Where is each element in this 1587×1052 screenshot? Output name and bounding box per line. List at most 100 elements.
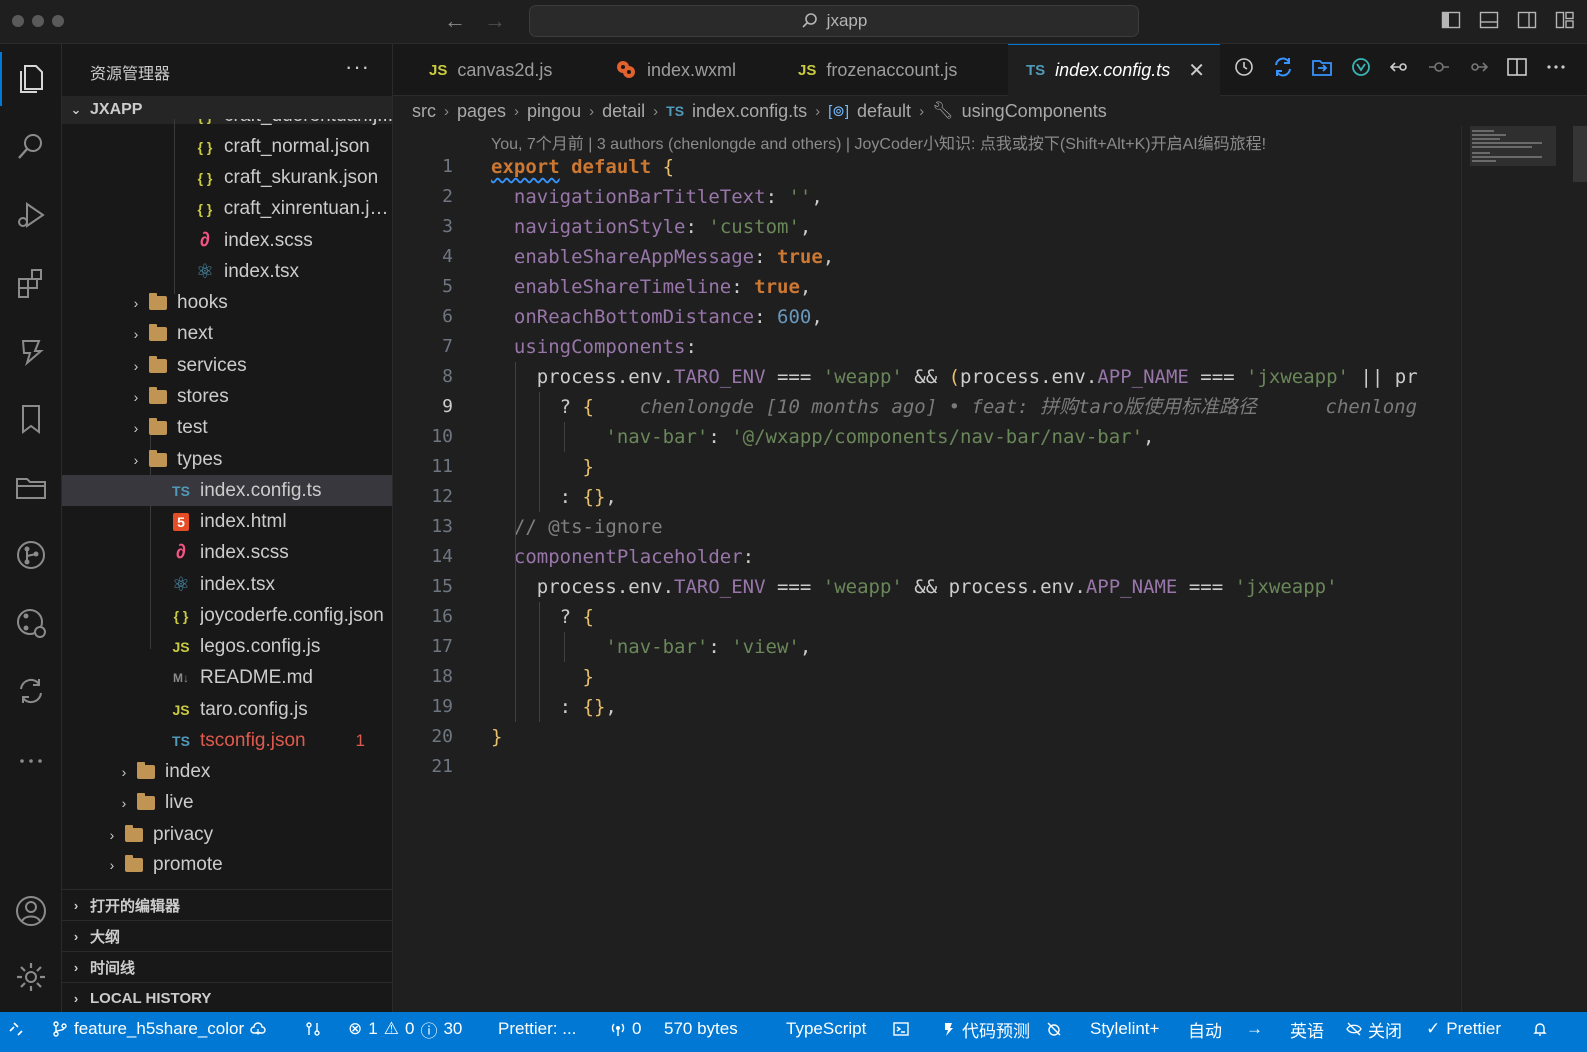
language-mode[interactable]: TypeScript <box>786 1012 866 1046</box>
toggle-panel-icon[interactable] <box>1479 10 1499 30</box>
stylelint-status[interactable]: Stylelint+ <box>1090 1012 1159 1046</box>
ai-assistant-icon[interactable] <box>1350 56 1372 78</box>
tree-file-item[interactable]: { } craft_skurank.json <box>62 162 392 193</box>
tab-index-wxml[interactable]: index.wxml <box>615 44 736 96</box>
tree-folder-item[interactable]: › services <box>62 350 392 381</box>
section-timeline[interactable]: › 时间线 <box>62 951 392 982</box>
window-controls[interactable] <box>12 15 64 27</box>
code-line: navigationBarTitleText: '', <box>513 186 823 208</box>
copilot-disabled-indicator[interactable] <box>1046 1012 1062 1046</box>
source-control-icon[interactable] <box>0 528 62 582</box>
explorer-icon[interactable] <box>0 52 62 106</box>
tree-folder-item[interactable]: › test <box>62 412 392 443</box>
tab-canvas2d[interactable]: JS canvas2d.js <box>429 44 552 96</box>
tree-folder-item[interactable]: › hooks <box>62 287 392 318</box>
close-tab-icon[interactable]: ✕ <box>1188 58 1205 83</box>
tree-file-item[interactable]: ⚛ index.tsx <box>62 256 392 287</box>
code-area[interactable]: export default { navigationBarTitleText:… <box>491 152 1461 782</box>
tree-file-item[interactable]: { } joycoderfe.config.json <box>62 600 392 631</box>
go-forward-icon[interactable] <box>1467 56 1489 78</box>
project-manager-icon[interactable] <box>0 460 62 514</box>
section-local-history[interactable]: › LOCAL HISTORY <box>62 982 392 1013</box>
back-arrow-icon[interactable]: ← <box>444 8 466 34</box>
tree-folder-item[interactable]: › promote <box>62 849 392 880</box>
breadcrumb-item[interactable]: default <box>857 101 911 122</box>
forward-arrow-icon[interactable]: → <box>484 8 506 34</box>
branch-indicator[interactable]: feature_h5share_color <box>52 1012 266 1046</box>
extensions-icon[interactable] <box>0 256 62 310</box>
settings-gear-icon[interactable] <box>0 950 62 1004</box>
scrollbar-thumb[interactable] <box>1573 126 1587 182</box>
breadcrumb-item[interactable]: pages <box>457 101 506 122</box>
tree-file-item[interactable]: M↓ README.md <box>62 662 392 693</box>
tree-file-item[interactable]: ⚛ index.tsx <box>62 569 392 600</box>
accounts-icon[interactable] <box>0 884 62 938</box>
more-views-icon[interactable] <box>0 734 62 788</box>
code-editor[interactable]: You, 7个月前 | 3 authors (chenlongde and ot… <box>393 126 1461 1012</box>
close-window-button[interactable] <box>12 15 24 27</box>
tree-folder-item[interactable]: › index <box>62 756 392 787</box>
tree-file-item[interactable]: JS taro.config.js <box>62 694 392 725</box>
auto-mode[interactable]: 自动 <box>1188 1012 1222 1046</box>
tree-file-item[interactable]: JS legos.config.js <box>62 631 392 662</box>
git-graph-icon[interactable] <box>0 596 62 650</box>
close-toggle[interactable]: 关闭 <box>1346 1012 1402 1046</box>
breadcrumb-item[interactable]: pingou <box>527 101 581 122</box>
code-prediction-toggle[interactable]: 代码预测 <box>940 1012 1030 1046</box>
more-actions-icon[interactable] <box>1545 56 1567 78</box>
toggle-secondary-sidebar-icon[interactable] <box>1517 10 1537 30</box>
tab-index-config-ts[interactable]: TS index.config.ts ✕ <box>1008 44 1220 96</box>
tree-file-item[interactable]: ∂ index.scss <box>62 537 392 568</box>
tree-folder-item[interactable]: › next <box>62 318 392 349</box>
open-in-terminal-icon[interactable] <box>1311 56 1333 78</box>
notifications[interactable] <box>1532 1012 1548 1046</box>
tree-folder-item[interactable]: › privacy <box>62 819 392 850</box>
timeline-history-icon[interactable] <box>1233 56 1255 78</box>
maximize-window-button[interactable] <box>52 15 64 27</box>
tree-folder-item[interactable]: › types <box>62 444 392 475</box>
customize-layout-icon[interactable] <box>1555 10 1575 30</box>
minimap[interactable] <box>1461 126 1587 1012</box>
tree-file-item[interactable]: ∂ index.scss <box>62 225 392 256</box>
tree-folder-item[interactable]: › live <box>62 787 392 818</box>
prettier-formatter[interactable]: ✓ Prettier <box>1426 1012 1501 1046</box>
remote-indicator[interactable] <box>8 1012 24 1046</box>
section-open-editors[interactable]: › 打开的编辑器 <box>62 889 392 920</box>
git-commit-icon[interactable] <box>1428 56 1450 78</box>
tree-file-item[interactable]: { } craft_xinrentuan.js... <box>62 193 392 224</box>
run-debug-icon[interactable] <box>0 188 62 242</box>
command-center-search[interactable]: jxapp <box>529 5 1139 37</box>
git-graph-status[interactable] <box>305 1012 321 1046</box>
terminal-status[interactable] <box>893 1012 909 1046</box>
tree-file-item[interactable]: TS index.config.ts <box>62 475 392 506</box>
minimize-window-button[interactable] <box>32 15 44 27</box>
tree-folder-item[interactable]: › stores <box>62 381 392 412</box>
chevron-right-icon: › <box>133 294 139 311</box>
section-outline[interactable]: › 大纲 <box>62 920 392 951</box>
codelens-blame-header[interactable]: You, 7个月前 | 3 authors (chenlongde and ot… <box>491 130 1266 154</box>
tree-file-item[interactable]: { } craft_duorentuan.j... <box>62 119 392 131</box>
toggle-primary-sidebar-icon[interactable] <box>1441 10 1461 30</box>
problems-indicator[interactable]: ⊗ 1 ⚠︎ 0 ⓘ 30 <box>348 1012 462 1046</box>
remote-sync-icon[interactable] <box>0 664 62 718</box>
go-back-icon[interactable] <box>1389 56 1411 78</box>
prettier-status-item[interactable]: Prettier: ... <box>498 1012 576 1046</box>
sync-changes-icon[interactable] <box>1272 56 1294 78</box>
breadcrumb-item[interactable]: detail <box>602 101 645 122</box>
tree-file-item[interactable]: TS tsconfig.json 1 <box>62 725 392 756</box>
ports-indicator[interactable]: 0 <box>610 1012 641 1046</box>
tab-frozenaccount[interactable]: JS frozenaccount.js <box>798 44 957 96</box>
bookmarks-icon[interactable] <box>0 392 62 446</box>
tree-file-item[interactable]: { } craft_normal.json <box>62 131 392 162</box>
code-line: enableShareTimeline: true, <box>513 276 812 298</box>
breadcrumb-item[interactable]: src <box>412 101 436 122</box>
translate-direction[interactable]: → <box>1246 1012 1263 1046</box>
breadcrumb-item[interactable]: index.config.ts <box>692 101 807 122</box>
tree-file-item[interactable]: 5 index.html <box>62 506 392 537</box>
joycoder-icon[interactable] <box>0 324 62 378</box>
breadcrumb-item[interactable]: usingComponents <box>962 101 1107 122</box>
search-icon[interactable] <box>0 120 62 174</box>
split-editor-icon[interactable] <box>1506 56 1528 78</box>
more-actions-icon[interactable]: ··· <box>345 54 370 80</box>
language-english[interactable]: 英语 <box>1290 1012 1324 1046</box>
